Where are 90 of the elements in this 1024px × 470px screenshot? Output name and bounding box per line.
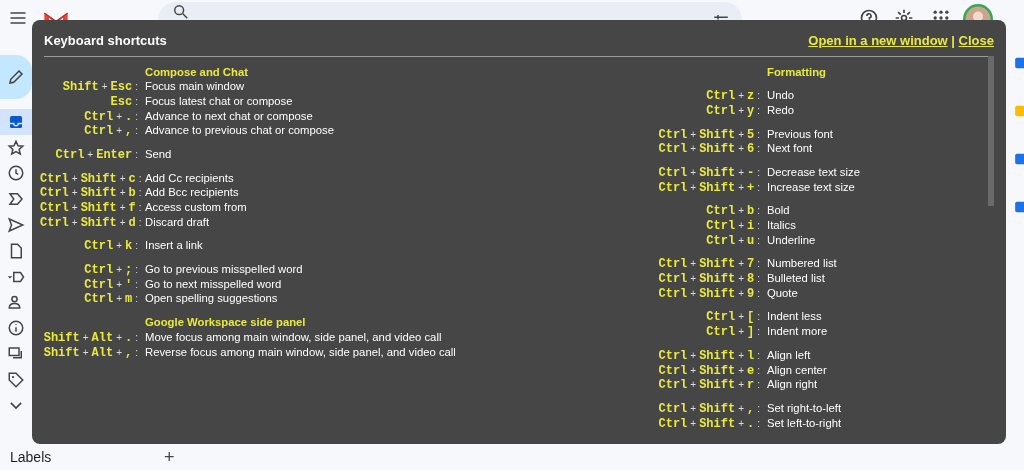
shortcut-action: Underline: [767, 232, 817, 248]
shortcut-keys: Ctrl + ] :: [658, 324, 763, 340]
shortcut-keys: Ctrl + b :: [658, 203, 763, 219]
shortcut-keys: Ctrl + Shift + f :: [40, 200, 141, 216]
section-heading: Compose and Chat: [145, 64, 249, 80]
tag-icon: [7, 370, 25, 389]
shortcut-keys: Ctrl + ; :: [40, 262, 141, 278]
shortcut-keys: Ctrl + Shift + 7 :: [658, 256, 763, 273]
shortcut-action: Set left-to-right: [767, 415, 843, 431]
shortcut-action: Go to next misspelled word: [145, 276, 283, 292]
clock-icon: [7, 164, 25, 183]
star-icon: [7, 138, 25, 157]
shortcut-action: Add Bcc recipients: [145, 185, 240, 201]
shortcut-action: Reverse focus among main window, side panel, and video call: [145, 344, 457, 360]
shortcut-keys: Ctrl + k :: [40, 238, 141, 255]
shortcut-keys: Ctrl + z :: [658, 88, 763, 104]
shortcut-action: Next font: [767, 141, 814, 157]
open-window-link[interactable]: Open in a new window: [808, 33, 948, 48]
shortcut-action: Undo: [767, 88, 795, 104]
shortcut-action: Numbered list: [767, 256, 838, 272]
shortcut-action: Bulleted list: [767, 271, 826, 287]
shortcut-action: Move focus among main window, side panel, and video call: [145, 329, 443, 345]
sidebar-item[interactable]: [0, 109, 32, 135]
shortcut-action: Advance to next chat or compose: [145, 108, 314, 124]
shortcut-action: Align right: [767, 377, 819, 393]
shortcut-action: Go to previous misspelled word: [145, 262, 304, 278]
shortcut-keys: Ctrl + Shift + 6 :: [658, 141, 763, 157]
shortcut-keys: Ctrl + Shift + + :: [658, 179, 763, 196]
shortcut-keys: Ctrl + Shift + - :: [658, 164, 763, 181]
shortcut-action: Italics: [767, 218, 797, 233]
shortcut-action: Indent less: [767, 309, 823, 325]
labels-heading: Labels: [10, 448, 52, 467]
shortcut-keys: Ctrl + u :: [658, 232, 763, 249]
shortcut-keys: Shift + Alt + , :: [40, 344, 141, 361]
shortcut-keys: Ctrl + Shift + l :: [658, 347, 763, 364]
shortcut-keys: Ctrl + Shift + , :: [658, 400, 763, 417]
shortcut-keys: Ctrl + Shift + d :: [40, 214, 141, 231]
info-icon: [7, 319, 25, 338]
scrollbar-thumb[interactable]: [988, 56, 994, 206]
side-app-icon[interactable]: [1014, 200, 1024, 214]
shortcut-action: Redo: [767, 102, 795, 118]
shortcut-action: Discard draft: [145, 214, 211, 230]
shortcut-action: Quote: [767, 285, 799, 301]
shortcut-action: Add Cc recipients: [145, 170, 235, 186]
shortcut-keys: Ctrl + y :: [658, 102, 763, 119]
shortcut-keys: Ctrl + Enter :: [40, 146, 141, 163]
shortcut-keys: Ctrl + ' :: [40, 276, 141, 293]
shortcut-action: Align center: [767, 362, 828, 378]
shortcut-action: Align left: [767, 347, 812, 363]
shortcut-keys: Shift + Alt + . :: [40, 329, 141, 346]
shortcut-action: Set right-to-left: [767, 400, 843, 416]
shortcut-action: Access custom from: [145, 200, 248, 215]
shortcut-keys: Ctrl + [ :: [658, 309, 763, 326]
shortcut-keys: Ctrl + . :: [40, 108, 141, 125]
close-link[interactable]: Close: [958, 33, 994, 48]
shortcut-action: Increase text size: [767, 179, 856, 195]
shortcut-action: Advance to previous chat or compose: [145, 123, 335, 139]
side-app-icon[interactable]: [1014, 152, 1024, 166]
shortcut-keys: Ctrl + Shift + e :: [658, 362, 763, 379]
shortcut-keys: Ctrl + Shift + . :: [658, 415, 763, 432]
shortcut-action: Focus main window: [145, 79, 246, 95]
shortcut-keys: Ctrl + Shift + r :: [658, 377, 763, 393]
link-divider: |: [950, 33, 956, 48]
shortcut-action: Decrease text size: [767, 164, 860, 180]
shortcut-action: Open spelling suggestions: [145, 291, 279, 307]
shortcut-action: Bold: [767, 203, 791, 219]
shortcut-keys: Ctrl + i :: [658, 218, 763, 234]
section-heading: Google Workspace side panel: [145, 315, 307, 330]
shortcut-action: Previous font: [767, 126, 834, 142]
shortcut-keys: Ctrl + Shift + 8 :: [658, 271, 763, 287]
send-icon: [7, 216, 25, 235]
shortcut-keys: Shift + Esc :: [40, 79, 141, 95]
chevron-down-icon: [10, 401, 22, 411]
shortcut-keys: Ctrl + Shift + b :: [40, 185, 141, 201]
shortcut-keys: Ctrl + Shift + c :: [40, 170, 141, 187]
side-app-icon[interactable]: [1014, 56, 1024, 70]
shortcut-action: Focus latest chat or compose: [145, 93, 294, 109]
shortcut-action: Insert a link: [145, 238, 204, 254]
add-label-button[interactable]: +: [164, 444, 175, 470]
shortcut-keys: Ctrl + Shift + 9 :: [658, 285, 763, 302]
compose-button[interactable]: [0, 55, 32, 99]
shortcut-keys: Ctrl + Shift + 5 :: [658, 126, 763, 143]
shortcut-keys: Ctrl + m :: [40, 291, 141, 308]
shortcut-action: Send: [145, 146, 173, 162]
shortcut-keys: Ctrl + , :: [40, 123, 141, 139]
section-heading: Formatting: [767, 64, 827, 80]
shortcut-action: Indent more: [767, 324, 829, 340]
pencil-icon: [7, 68, 25, 86]
shortcut-keys: Esc :: [40, 93, 141, 110]
dialog-title: Keyboard shortcuts: [44, 32, 167, 50]
